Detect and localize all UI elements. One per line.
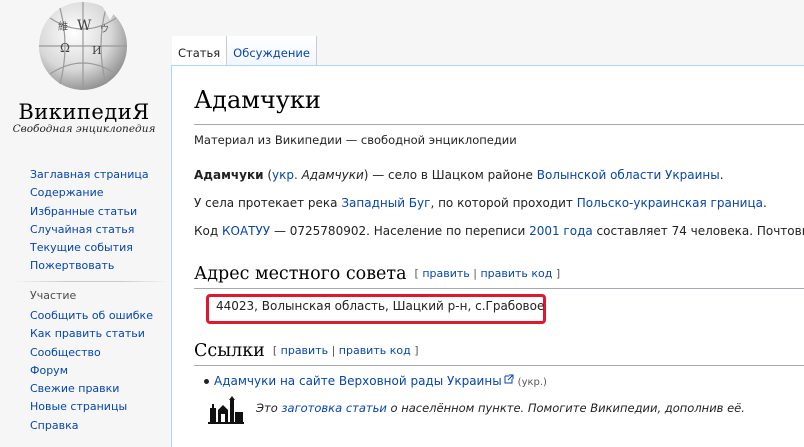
koatuu-link[interactable]: КОАТУУ	[222, 224, 270, 238]
article-content: Адамчуки Материал из Википедии — свободн…	[171, 65, 804, 447]
bullet-icon	[204, 379, 209, 384]
sidebar-link[interactable]: Как править статьи	[30, 327, 145, 340]
sidebar-item-community[interactable]: Сообщество	[30, 344, 164, 362]
edit-section-link[interactable]: править	[422, 267, 469, 280]
sidebar-item-current-events[interactable]: Текущие события	[30, 239, 164, 257]
sidebar-link[interactable]: Случайная статья	[30, 223, 134, 236]
logo-wordmark: ВикипедиЯ	[18, 100, 150, 124]
western-bug-link[interactable]: Западный Буг	[341, 196, 430, 210]
page-title: Адамчуки	[194, 86, 321, 114]
tab-talk[interactable]: Обсуждение	[226, 36, 317, 66]
volyn-oblast-link[interactable]: Волынской области Украины	[537, 168, 720, 182]
edit-source-link[interactable]: править код	[339, 344, 411, 357]
intro-paragraph: Адамчуки (укр. Адамчуки) — село в Шацком…	[194, 168, 724, 182]
article-subject: Адамчуки	[194, 168, 264, 182]
navigation-portal: Заглавная страница Содержание Избранные …	[30, 166, 164, 276]
sidebar-link[interactable]: Заглавная страница	[30, 168, 149, 181]
code-paragraph: Код КОАТУУ — 0725780902. Население по пе…	[194, 224, 804, 238]
sidebar-link[interactable]: Текущие события	[30, 241, 133, 254]
section-heading-council: Адрес местного совета[ править | править…	[194, 264, 561, 284]
svg-text:И: И	[92, 44, 102, 57]
external-link[interactable]: Адамчуки на сайте Верховной рады Украины	[214, 374, 502, 388]
edit-section-link[interactable]: править	[281, 344, 328, 357]
stub-link[interactable]: заготовка статьи	[281, 401, 386, 415]
sidebar-link[interactable]: Свежие правки	[30, 382, 119, 395]
svg-text:Ω: Ω	[60, 41, 70, 55]
language-label: (укр.)	[517, 377, 547, 388]
sidebar-link[interactable]: Содержание	[30, 186, 104, 199]
page-tabs: Статья Обсуждение	[172, 36, 317, 66]
sidebar-item-forum[interactable]: Форум	[30, 362, 164, 380]
sidebar-item-featured[interactable]: Избранные статьи	[30, 203, 164, 221]
svg-text:維: 維	[58, 20, 68, 33]
svg-text:ウ: ウ	[100, 24, 109, 35]
edit-source-link[interactable]: править код	[480, 267, 552, 280]
ukrainian-language-link[interactable]: укр.	[272, 168, 298, 182]
section-edit-links: [ править | править код ]	[272, 344, 419, 357]
sidebar-link[interactable]: Справка	[30, 419, 78, 432]
sidebar-item-how-to-edit[interactable]: Как править статьи	[30, 325, 164, 343]
participation-heading: Участие	[30, 289, 77, 302]
section-edit-links: [ править | править код ]	[414, 267, 561, 280]
external-link-icon	[504, 374, 514, 384]
sidebar-item-random[interactable]: Случайная статья	[30, 221, 164, 239]
sidebar-link[interactable]: Избранные статьи	[30, 205, 137, 218]
wikipedia-logo[interactable]: W Ω И 維 ウ ВикипедиЯ Свободная энциклопед…	[0, 0, 168, 150]
sidebar-link[interactable]: Сообщить об ошибке	[30, 309, 153, 322]
title-divider	[194, 124, 804, 125]
sidebar-item-recent-changes[interactable]: Свежие правки	[30, 380, 164, 398]
logo-tagline: Свободная энциклопедия	[12, 123, 156, 135]
svg-text:W: W	[77, 18, 92, 34]
section-heading-links: Ссылки[ править | править код ]	[194, 341, 419, 361]
border-link[interactable]: Польско-украинская граница	[577, 196, 763, 210]
sidebar-item-main-page[interactable]: Заглавная страница	[30, 166, 164, 184]
section-divider	[194, 288, 804, 289]
sidebar-link[interactable]: Пожертвовать	[30, 259, 114, 272]
section-divider	[194, 365, 804, 366]
sidebar-link[interactable]: Сообщество	[30, 346, 101, 359]
sidebar-item-new-pages[interactable]: Новые страницы	[30, 398, 164, 416]
participation-portal: Участие Сообщить об ошибке Как править с…	[30, 287, 164, 435]
sidebar-item-contents[interactable]: Содержание	[30, 184, 164, 202]
census-2001-link[interactable]: 2001 года	[529, 224, 593, 238]
portal-divider	[12, 281, 168, 282]
sidebar-item-report-error[interactable]: Сообщить об ошибке	[30, 307, 164, 325]
council-address: 44023, Волынская область, Шацкий р-н, с.…	[216, 299, 545, 313]
site-subtitle: Материал из Википедии — свободной энцикл…	[194, 133, 517, 147]
sidebar-link[interactable]: Новые страницы	[30, 400, 127, 413]
sidebar-item-help[interactable]: Справка	[30, 417, 164, 435]
tab-article[interactable]: Статья	[172, 36, 227, 66]
stub-text: Это заготовка статьи о населённом пункте…	[256, 401, 745, 415]
puzzle-globe-icon: W Ω И 維 ウ	[39, 2, 127, 90]
sidebar-item-donate[interactable]: Пожертвовать	[30, 257, 164, 275]
river-paragraph: У села протекает река Западный Буг, по к…	[194, 196, 767, 210]
settlement-icon	[208, 396, 244, 424]
list-item: Адамчуки на сайте Верховной рады Украины…	[204, 374, 547, 388]
sidebar-link[interactable]: Форум	[30, 364, 68, 377]
